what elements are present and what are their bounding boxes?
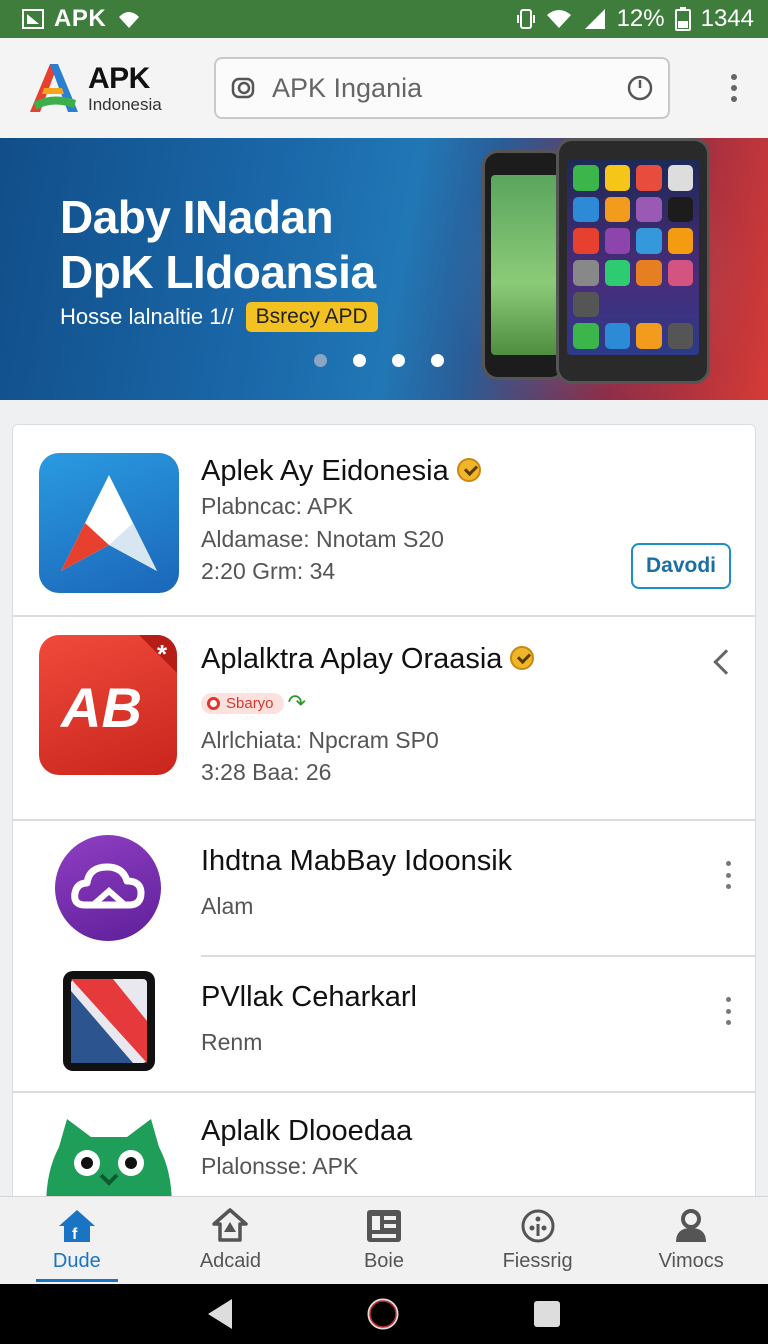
logo-title: APK	[88, 61, 150, 95]
app-meta: 2:20 Grm: 34	[201, 558, 336, 584]
banner-title-line1: Daby INadan	[60, 191, 334, 243]
home-icon: f	[57, 1208, 97, 1244]
app-name: PVllak Ceharkarl	[201, 981, 417, 1013]
nav-item-dude[interactable]: f Dude	[0, 1197, 154, 1284]
more-options-icon[interactable]	[723, 997, 733, 1025]
logo-mark-icon	[30, 64, 78, 112]
home-button-icon[interactable]	[366, 1297, 400, 1331]
banner-dot[interactable]	[314, 354, 327, 367]
app-name: Aplalktra Aplay Oraasia	[201, 643, 503, 675]
person-icon	[671, 1208, 711, 1244]
clock: 1344	[700, 5, 754, 32]
system-navigation-bar	[0, 1284, 768, 1344]
timer-icon[interactable]	[626, 73, 654, 103]
document-icon	[364, 1208, 404, 1244]
banner-subtitle: Hosse lalnaltie 1//	[60, 304, 234, 329]
app-icon-aplek	[39, 453, 179, 593]
status-pill[interactable]: Sbaryo	[201, 693, 284, 714]
phone-illustration-front	[556, 138, 710, 384]
record-icon	[207, 697, 220, 710]
status-pill-label: Sbaryo	[226, 695, 274, 712]
nav-label: Vimocs	[658, 1250, 724, 1272]
logo[interactable]: APK Indonesia	[22, 58, 202, 118]
download-button[interactable]: Davodi	[631, 543, 731, 589]
app-meta: Plabncac: APK	[201, 493, 354, 519]
app-name: Ihdtna MabBay Idoonsik	[201, 845, 513, 877]
search-box[interactable]	[214, 57, 670, 119]
more-options-icon[interactable]	[723, 861, 733, 889]
chevron-left-icon[interactable]	[713, 649, 739, 675]
app-name: Aplalk Dlooedaa	[201, 1115, 413, 1147]
app-name: Aplek Ay Eidonesia	[201, 455, 449, 487]
wifi-signal-icon	[546, 10, 571, 28]
app-meta: Renm	[201, 1029, 263, 1055]
phone-illustration-back	[482, 150, 566, 380]
app-icon-aplalktra: * AB	[39, 635, 177, 775]
vibrate-icon	[516, 9, 535, 29]
app-bar: APK Indonesia	[0, 38, 768, 138]
app-meta: Alrlchiata: Npcram SP0	[201, 727, 439, 753]
app-list: Aplek Ay Eidonesia Plabncac: APK Aldamas…	[12, 424, 756, 1224]
banner-dot[interactable]	[392, 354, 405, 367]
banner-dot[interactable]	[431, 354, 444, 367]
battery-percent: 12%	[616, 5, 665, 32]
banner-badge[interactable]: Bsrecy APD	[245, 302, 378, 332]
gallery-icon	[22, 9, 44, 29]
wifi-icon	[119, 12, 140, 28]
app-meta: Plalonsse: APK	[201, 1153, 359, 1179]
verified-badge-icon	[510, 646, 535, 671]
list-item[interactable]: Aplek Ay Eidonesia Plabncac: APK Aldamas…	[13, 425, 755, 615]
back-icon[interactable]	[206, 1297, 234, 1331]
banner-title-line2: DpK LIdoansia	[60, 246, 376, 298]
house-star-icon	[210, 1208, 250, 1244]
nav-label: Boie	[363, 1250, 404, 1272]
logo-subtitle: Indonesia	[88, 94, 162, 114]
banner-pagination	[314, 354, 444, 367]
refresh-arrow-icon: ↷	[287, 690, 306, 715]
nav-item-fiessrig[interactable]: Fiessrig	[461, 1197, 615, 1284]
status-app-label: APK	[54, 5, 107, 32]
app-icon-ihdtna	[55, 835, 161, 941]
settings-circle-icon	[518, 1208, 558, 1244]
app-meta: Alam	[201, 893, 254, 919]
nav-label: Fiessrig	[502, 1250, 573, 1272]
status-bar: APK 12% 1344	[0, 0, 768, 38]
search-icon	[230, 73, 258, 103]
bottom-navigation: f Dude Adcaid Boie Fiessrig Vimocs	[0, 1196, 768, 1284]
svg-text:f: f	[72, 1226, 78, 1243]
nav-item-boie[interactable]: Boie	[307, 1197, 461, 1284]
svg-text:AB: AB	[59, 676, 142, 739]
recents-icon[interactable]	[532, 1299, 562, 1329]
app-icon-pvllak	[63, 971, 155, 1071]
verified-badge-icon	[456, 458, 481, 483]
banner-title: Daby INadan DpK LIdoansia	[60, 190, 460, 300]
overflow-menu-button[interactable]	[722, 68, 746, 108]
app-meta: 3:28 Baa: 26	[201, 759, 332, 785]
nav-label: Dude	[52, 1250, 101, 1272]
battery-icon	[674, 7, 691, 31]
list-item[interactable]: PVllak Ceharkarl Renm	[13, 957, 755, 1091]
list-item[interactable]: Ihdtna MabBay Idoonsik Alam	[13, 821, 755, 955]
nav-item-vimocs[interactable]: Vimocs	[614, 1197, 768, 1284]
nav-item-adcaid[interactable]: Adcaid	[154, 1197, 308, 1284]
search-input[interactable]	[258, 72, 626, 104]
list-item[interactable]: * AB Aplalktra Aplay Oraasia Sbaryo ↷ Alrl…	[13, 617, 755, 819]
cell-signal-icon	[584, 9, 605, 29]
nav-label: Adcaid	[199, 1250, 261, 1272]
banner-dot[interactable]	[353, 354, 366, 367]
promo-banner[interactable]: Daby INadan DpK LIdoansia Hosse lalnalti…	[0, 138, 768, 400]
app-meta: Aldamase: Nnotam S20	[201, 526, 444, 552]
svg-text:*: *	[157, 639, 168, 669]
